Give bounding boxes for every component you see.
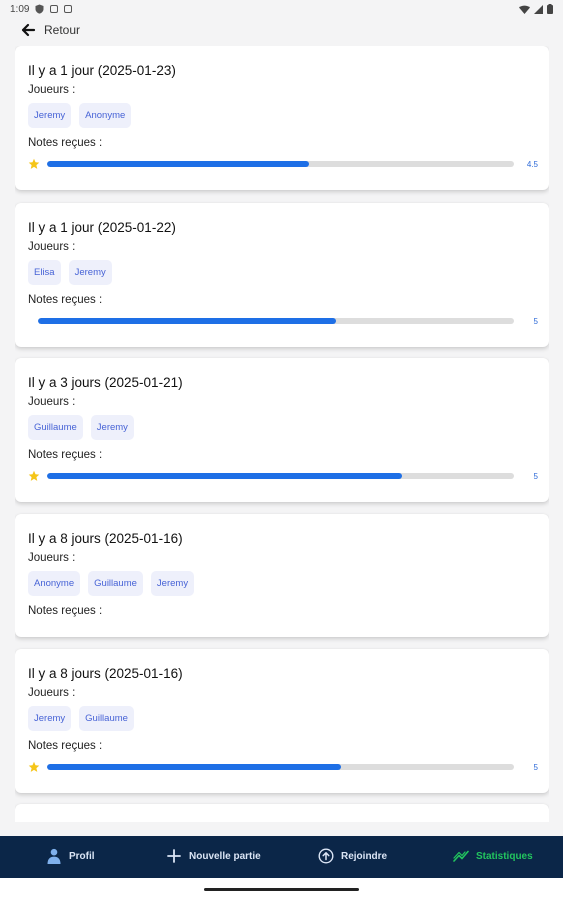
status-bar: 1:09 — [0, 0, 563, 18]
players-label: Joueurs : — [28, 84, 76, 96]
player-chip: Jeremy — [68, 260, 112, 285]
gesture-area — [0, 878, 563, 900]
player-chips: Anonyme Guillaume Jeremy — [28, 571, 195, 596]
games-list[interactable]: Il y a 1 jour (2025-01-23) Joueurs : Jer… — [15, 46, 549, 822]
rating-bar — [47, 473, 514, 479]
rating-row: 4.5 — [28, 157, 538, 171]
notes-label: Notes reçues : — [28, 605, 103, 617]
notes-label: Notes reçues : — [28, 449, 103, 461]
rating-bar — [47, 161, 514, 167]
game-date-title: Il y a 1 jour (2025-01-22) — [28, 220, 176, 235]
nav-nouvelle-partie[interactable]: Nouvelle partie — [166, 848, 261, 864]
rating-bar-fill — [47, 473, 402, 479]
person-icon — [47, 848, 61, 864]
players-label: Joueurs : — [28, 396, 76, 408]
game-date-title: Il y a 1 jour (2025-01-23) — [28, 63, 176, 78]
rating-bar-fill — [47, 764, 342, 770]
rating-row: 5 — [28, 469, 538, 483]
shield-icon — [35, 4, 44, 14]
player-chips: Guillaume Jeremy — [28, 415, 134, 440]
player-chip: Elisa — [28, 260, 61, 285]
rating-row: 5 — [28, 760, 538, 774]
nav-label: Profil — [69, 850, 95, 862]
game-date-title: Il y a 8 jours (2025-01-16) — [28, 666, 183, 681]
star-icon — [28, 158, 40, 169]
bottom-navigation: Profil Nouvelle partie Rejoindre Statist… — [0, 836, 563, 878]
game-card[interactable]: Il y a 3 jours (2025-01-21) Joueurs : Gu… — [15, 358, 549, 502]
notes-label: Notes reçues : — [28, 740, 103, 752]
rating-bar — [47, 764, 514, 770]
game-card[interactable] — [15, 804, 549, 822]
player-chip: Anonyme — [28, 571, 81, 596]
rating-value: 5 — [533, 762, 538, 772]
notes-label: Notes reçues : — [28, 294, 103, 306]
nav-statistiques[interactable]: Statistiques — [453, 848, 533, 864]
notification-icon — [64, 5, 73, 13]
rating-bar-fill — [38, 318, 336, 324]
signal-icon — [534, 4, 543, 14]
star-icon — [28, 470, 40, 481]
player-chips: Jeremy Guillaume — [28, 706, 134, 731]
nav-label: Statistiques — [476, 850, 533, 862]
back-button[interactable]: Retour — [20, 22, 80, 38]
plus-icon — [167, 849, 181, 863]
gesture-handle[interactable] — [204, 888, 359, 891]
game-card[interactable]: Il y a 8 jours (2025-01-16) Joueurs : Je… — [15, 649, 549, 793]
rating-value: 4.5 — [526, 159, 538, 169]
players-label: Joueurs : — [28, 552, 76, 564]
notes-label: Notes reçues : — [28, 137, 103, 149]
game-card[interactable]: Il y a 1 jour (2025-01-23) Joueurs : Jer… — [15, 46, 549, 190]
rating-value: 5 — [533, 471, 538, 481]
rating-bar-fill — [47, 161, 309, 167]
game-card[interactable]: Il y a 1 jour (2025-01-22) Joueurs : Eli… — [15, 203, 549, 347]
star-icon — [28, 761, 40, 772]
battery-icon — [547, 4, 553, 14]
game-date-title: Il y a 3 jours (2025-01-21) — [28, 375, 183, 390]
game-date-title: Il y a 8 jours (2025-01-16) — [28, 531, 183, 546]
circle-arrow-up-icon — [318, 848, 334, 864]
wifi-icon — [519, 5, 530, 14]
player-chip: Jeremy — [28, 103, 72, 128]
player-chip: Jeremy — [150, 571, 195, 596]
back-label: Retour — [44, 23, 81, 37]
player-chip: Guillaume — [88, 571, 143, 596]
sim-icon — [50, 5, 59, 13]
player-chip: Guillaume — [79, 706, 134, 731]
nav-rejoindre[interactable]: Rejoindre — [318, 848, 387, 864]
player-chip: Jeremy — [28, 706, 72, 731]
player-chip: Anonyme — [79, 103, 132, 128]
players-label: Joueurs : — [28, 241, 76, 253]
nav-label: Nouvelle partie — [189, 850, 261, 862]
player-chip: Jeremy — [90, 415, 134, 440]
status-time: 1:09 — [10, 3, 30, 15]
player-chips: Elisa Jeremy — [28, 260, 112, 285]
trending-up-icon — [453, 850, 469, 862]
game-card[interactable]: Il y a 8 jours (2025-01-16) Joueurs : An… — [15, 514, 549, 637]
player-chip: Guillaume — [28, 415, 83, 440]
players-label: Joueurs : — [28, 687, 76, 699]
arrow-left-icon — [21, 23, 36, 37]
nav-label: Rejoindre — [341, 850, 388, 862]
rating-value: 5 — [533, 316, 538, 326]
player-chips: Jeremy Anonyme — [28, 103, 132, 128]
rating-bar — [38, 318, 514, 324]
rating-row: 5 — [28, 314, 538, 328]
nav-profil[interactable]: Profil — [46, 848, 95, 864]
